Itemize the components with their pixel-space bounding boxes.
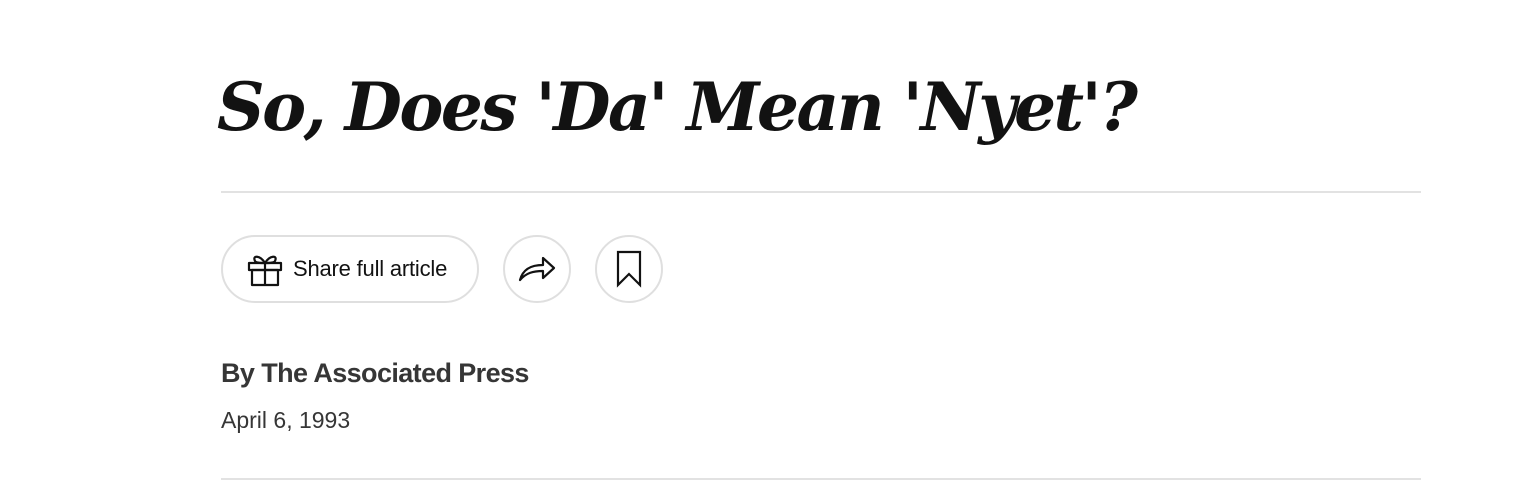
share-full-article-button[interactable]: Share full article	[221, 235, 479, 303]
bottom-divider	[221, 478, 1421, 480]
article-date: April 6, 1993	[221, 407, 351, 433]
gift-icon	[245, 249, 285, 289]
article-headline: So, Does 'Da' Mean 'Nyet'?	[217, 68, 1138, 146]
article-header: So, Does 'Da' Mean 'Nyet'? Share full ar…	[217, 0, 1421, 494]
share-full-article-label: Share full article	[293, 256, 448, 281]
article-byline: By The Associated Press	[221, 358, 529, 388]
top-divider	[221, 191, 1421, 193]
save-button[interactable]	[595, 235, 663, 303]
share-button[interactable]	[503, 235, 571, 303]
bookmark-icon	[616, 250, 642, 288]
share-arrow-icon	[517, 254, 557, 284]
